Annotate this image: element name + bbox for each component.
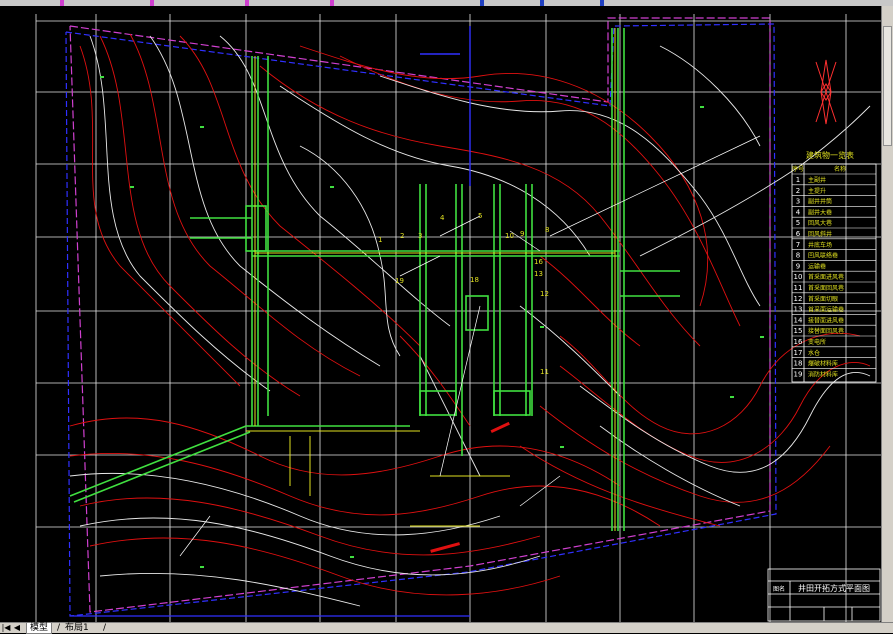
- legend-row-name: 首采面运输巷: [808, 306, 844, 314]
- legend-row-name: 变电所: [808, 338, 826, 346]
- legend-row-no: 2: [796, 187, 800, 195]
- legend-row-no: 5: [796, 219, 800, 227]
- legend-row-no: 9: [796, 262, 800, 270]
- callout-5: 5: [478, 212, 482, 220]
- legend-row-no: 3: [796, 198, 800, 206]
- scrollbar-thumb[interactable]: [883, 26, 892, 146]
- legend-row-no: 17: [794, 349, 803, 357]
- legend-col-name: 名称: [834, 165, 846, 173]
- legend-row-no: 19: [794, 370, 803, 378]
- legend-row-no: 6: [796, 230, 801, 238]
- tab-model[interactable]: 模型: [26, 623, 53, 634]
- legend-row-no: 16: [794, 338, 803, 346]
- callout-19: 19: [395, 277, 404, 285]
- layout-tab-bar: |◀ ◀ 模型 / 布局1 /: [0, 622, 893, 634]
- legend-row-name: 接替面回风巷: [808, 327, 844, 335]
- legend-row-no: 15: [794, 327, 803, 335]
- legend-row-name: 回风联络巷: [808, 252, 838, 260]
- callout-1: 1: [378, 236, 382, 244]
- blue-lines: [420, 26, 471, 186]
- legend-row-name: 副井井筒: [808, 198, 832, 206]
- callout-16: 16: [534, 258, 543, 266]
- legend-row-name: 回风斜井: [808, 230, 832, 238]
- callout-11: 11: [540, 368, 549, 376]
- legend-row-name: 消防材料库: [808, 370, 838, 378]
- legend-row-name: 水仓: [808, 349, 820, 357]
- callout-10: 10: [505, 232, 514, 240]
- callout-9: 9: [520, 230, 524, 238]
- legend-row-name: 副井大巷: [808, 208, 832, 216]
- vertical-scrollbar[interactable]: [881, 6, 893, 622]
- legend-title: 建筑物一览表: [806, 150, 854, 160]
- legend-row-name: 爆破材料库: [808, 360, 838, 368]
- callout-12: 12: [540, 290, 549, 298]
- tab-layout1[interactable]: 布局1: [62, 623, 92, 633]
- tab-separator: /: [103, 623, 107, 633]
- legend-row-name: 井底车场: [808, 241, 832, 249]
- callout-8: 8: [545, 226, 549, 234]
- legend-row-no: 4: [796, 208, 801, 216]
- title-block: 图名 井田开拓方式平面图: [767, 568, 881, 622]
- legend-row-name: 主副井: [808, 176, 826, 184]
- legend-row-no: 10: [794, 273, 803, 281]
- drawing-canvas[interactable]: 18 19 16 13 12 11 10 9 8 5 4 3 2 1 建筑物一览…: [0, 6, 881, 622]
- legend-row-name: 运输巷: [808, 262, 826, 270]
- prev-tab-button[interactable]: ◀: [12, 623, 22, 633]
- legend-rows: 1 主副井 2 主提升 3 副井井筒 4 副井大巷 5 回风大巷 6 回风斜井 7 井底车场 8 回风联络巷 9…: [792, 173, 876, 378]
- legend-row-name: 回风大巷: [808, 219, 832, 227]
- legend-row-name: 主提升: [808, 187, 826, 195]
- callout-18: 18: [470, 276, 479, 284]
- title-block-label: 图名: [773, 585, 785, 593]
- callout-4: 4: [440, 214, 445, 222]
- legend-row-no: 12: [794, 295, 803, 303]
- callout-2: 2: [400, 232, 404, 240]
- first-tab-button[interactable]: |◀: [1, 623, 11, 633]
- legend-row-name: 首采面切眼: [808, 295, 838, 303]
- legend-row-no: 8: [796, 252, 800, 260]
- legend-row-no: 14: [794, 316, 803, 324]
- legend-row-name: 接替面进风巷: [808, 316, 844, 324]
- grid-lines: [35, 14, 881, 622]
- legend-row-name: 首采面进风巷: [808, 273, 844, 281]
- legend-row-no: 18: [794, 360, 803, 368]
- legend-row-no: 11: [794, 284, 803, 292]
- callout-3: 3: [418, 232, 422, 240]
- legend-col-no: 序号: [792, 165, 804, 173]
- legend-row-no: 13: [794, 306, 803, 314]
- legend-table: 建筑物一览表 序号 名称 1 主副井 2 主提升 3 副井井筒 4 副井大巷 5 回风大巷 6 回风斜…: [791, 150, 877, 383]
- legend-row-no: 7: [796, 241, 800, 249]
- markers: [100, 76, 764, 568]
- callout-13: 13: [534, 270, 543, 278]
- legend-row-name: 首采面回风巷: [808, 284, 844, 292]
- drawing-title: 井田开拓方式平面图: [798, 583, 870, 593]
- legend-row-no: 1: [796, 176, 800, 184]
